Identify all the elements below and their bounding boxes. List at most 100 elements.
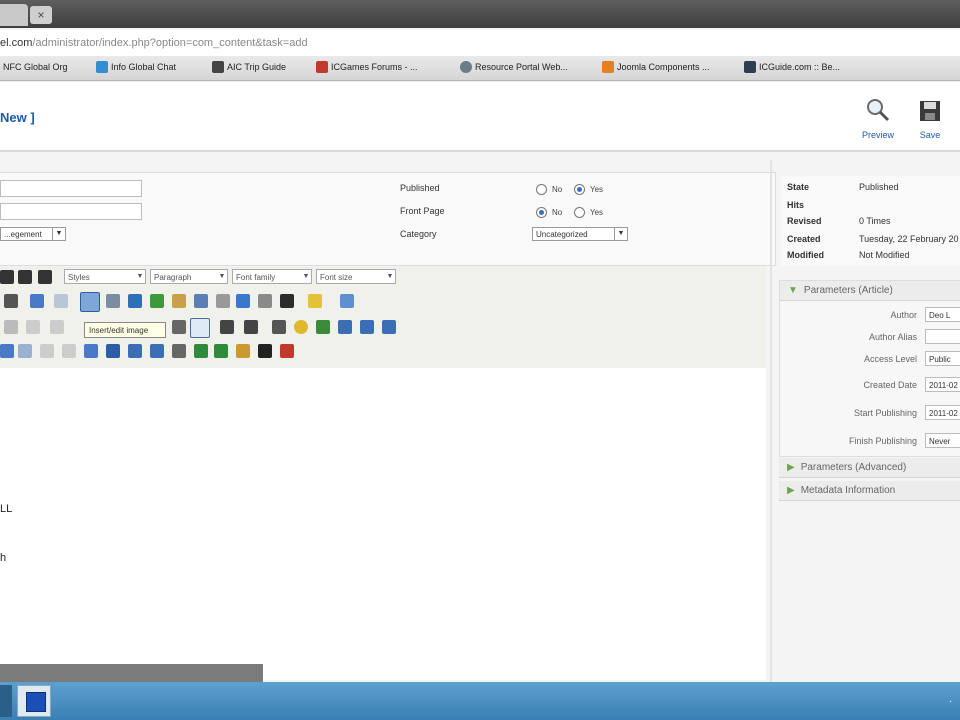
bookmark-item[interactable]: AIC Trip Guide [212, 61, 286, 73]
ins-icon[interactable] [128, 344, 142, 358]
media-icon[interactable] [190, 318, 210, 338]
block-icon[interactable] [0, 344, 14, 358]
bookmark-item[interactable]: Info Global Chat [96, 61, 176, 73]
bookmark-item[interactable]: Resource Portal Web... [460, 61, 568, 73]
frontpage-label: Front Page [400, 206, 445, 216]
info-value: Not Modified [859, 250, 910, 260]
visual-aid-icon[interactable] [258, 294, 272, 308]
spellcheck-icon[interactable] [382, 320, 396, 334]
chevron-down-icon: ▼ [386, 273, 394, 280]
copy-icon[interactable] [26, 320, 40, 334]
emoticon-icon[interactable] [294, 320, 308, 334]
link-icon[interactable] [106, 294, 120, 308]
frontpage-no-radio[interactable] [536, 207, 547, 218]
browser-tab[interactable] [0, 4, 28, 26]
editor-text-line: LL [0, 503, 13, 515]
print-icon[interactable] [316, 320, 330, 334]
paste-icon[interactable] [4, 294, 18, 308]
system-tray[interactable]: . [949, 694, 952, 705]
table-icon[interactable] [340, 294, 354, 308]
floppy-disk-icon [920, 101, 940, 121]
separator-icon[interactable] [216, 294, 230, 308]
metadata-panel[interactable]: ▶ Metadata Information [779, 481, 960, 501]
frontpage-yes-radio[interactable] [574, 207, 585, 218]
rtl-icon[interactable] [360, 320, 374, 334]
address-bar[interactable]: el.com/administrator/index.php?option=co… [0, 30, 960, 57]
pilcrow-icon[interactable] [258, 344, 272, 358]
attribs-icon[interactable] [62, 344, 76, 358]
metadata-header[interactable]: ▶ Metadata Information [779, 481, 960, 501]
bookmark-favicon-icon [96, 61, 108, 73]
frontpage-yes-label: Yes [590, 208, 604, 217]
parameters-article-header[interactable]: ▼ Parameters (Article) [780, 281, 960, 301]
fullscreen-icon[interactable] [172, 320, 186, 334]
image-icon[interactable] [80, 292, 100, 312]
font-family-select[interactable]: Font family ▼ [232, 269, 312, 284]
help-icon[interactable] [236, 294, 250, 308]
abbr-icon[interactable] [194, 344, 208, 358]
parameters-advanced-panel[interactable]: ▶ Parameters (Advanced) [779, 458, 960, 478]
parameters-advanced-header[interactable]: ▶ Parameters (Advanced) [779, 458, 960, 478]
align-center-icon[interactable] [18, 270, 32, 284]
bookmark-label: ICGames Forums - ... [331, 62, 418, 72]
acronym-icon[interactable] [214, 344, 228, 358]
published-no-radio[interactable] [536, 184, 547, 195]
highlight-color-icon[interactable] [308, 294, 322, 308]
finish-publishing-field[interactable]: Never [925, 433, 960, 448]
paste-word-icon[interactable] [50, 320, 64, 334]
save-button[interactable]: Save [908, 96, 952, 140]
del-icon[interactable] [150, 344, 164, 358]
access-level-select[interactable]: Public [925, 351, 960, 366]
special-char-icon[interactable] [272, 320, 286, 334]
param-label: Start Publishing [853, 408, 917, 418]
published-no-label: No [552, 185, 563, 194]
layer-icon[interactable] [18, 344, 32, 358]
style-prop-icon[interactable] [40, 344, 54, 358]
parameters-article-panel: ▼ Parameters (Article) Author Deo L Autho… [779, 280, 960, 457]
template-icon[interactable] [236, 344, 250, 358]
bookmark-item[interactable]: NFC Global Org [0, 61, 68, 73]
font-size-select[interactable]: Font size ▼ [316, 269, 396, 284]
align-right-icon[interactable] [38, 270, 52, 284]
subscript-icon[interactable] [220, 320, 234, 334]
published-yes-radio[interactable] [574, 184, 585, 195]
bookmark-item[interactable]: ICGames Forums - ... [316, 61, 418, 73]
taskbar-app-button[interactable] [17, 685, 51, 717]
horizontal-scrollbar[interactable] [0, 664, 263, 682]
cite-icon[interactable] [172, 344, 186, 358]
redo-icon[interactable] [54, 294, 68, 308]
font-color-icon[interactable] [280, 294, 294, 308]
anchor-icon[interactable] [128, 294, 142, 308]
cleanup-icon[interactable] [150, 294, 164, 308]
readmore-icon[interactable] [280, 344, 294, 358]
ltr-icon[interactable] [338, 320, 352, 334]
insert-icon[interactable] [106, 344, 120, 358]
styles-select[interactable]: Styles ▼ [64, 269, 146, 284]
alias-field[interactable] [0, 203, 142, 220]
author-select[interactable]: Deo L [925, 307, 960, 322]
paragraph-select[interactable]: Paragraph ▼ [150, 269, 228, 284]
superscript-icon[interactable] [244, 320, 258, 334]
title-field[interactable] [0, 180, 142, 197]
close-icon[interactable]: × [30, 6, 52, 24]
category-select[interactable]: Uncategorized ▼ [532, 227, 628, 241]
bookmark-item[interactable]: Joomla Components ... [602, 61, 710, 73]
section-select[interactable]: ...egement ▼ [0, 227, 66, 241]
bookmark-item[interactable]: ICGuide.com :: Be... [744, 61, 840, 73]
bookmark-favicon-icon [212, 61, 224, 73]
edit-html-icon[interactable] [172, 294, 186, 308]
undo-alt-icon[interactable] [84, 344, 98, 358]
rule-icon[interactable] [194, 294, 208, 308]
param-label: Finish Publishing [848, 436, 917, 446]
cut-icon[interactable] [4, 320, 18, 334]
align-left-icon[interactable] [0, 270, 14, 284]
editor-content-area[interactable]: LL h [0, 368, 766, 680]
author-alias-field[interactable] [925, 329, 960, 344]
start-publishing-field[interactable]: 2011-02 [925, 405, 960, 420]
url-text[interactable]: el.com/administrator/index.php?option=co… [0, 37, 308, 49]
preview-button[interactable]: Preview [856, 96, 900, 140]
undo-icon[interactable] [30, 294, 44, 308]
created-date-field[interactable]: 2011-02 [925, 377, 960, 392]
caret-right-icon: ▶ [787, 485, 795, 496]
start-button[interactable] [0, 685, 12, 717]
